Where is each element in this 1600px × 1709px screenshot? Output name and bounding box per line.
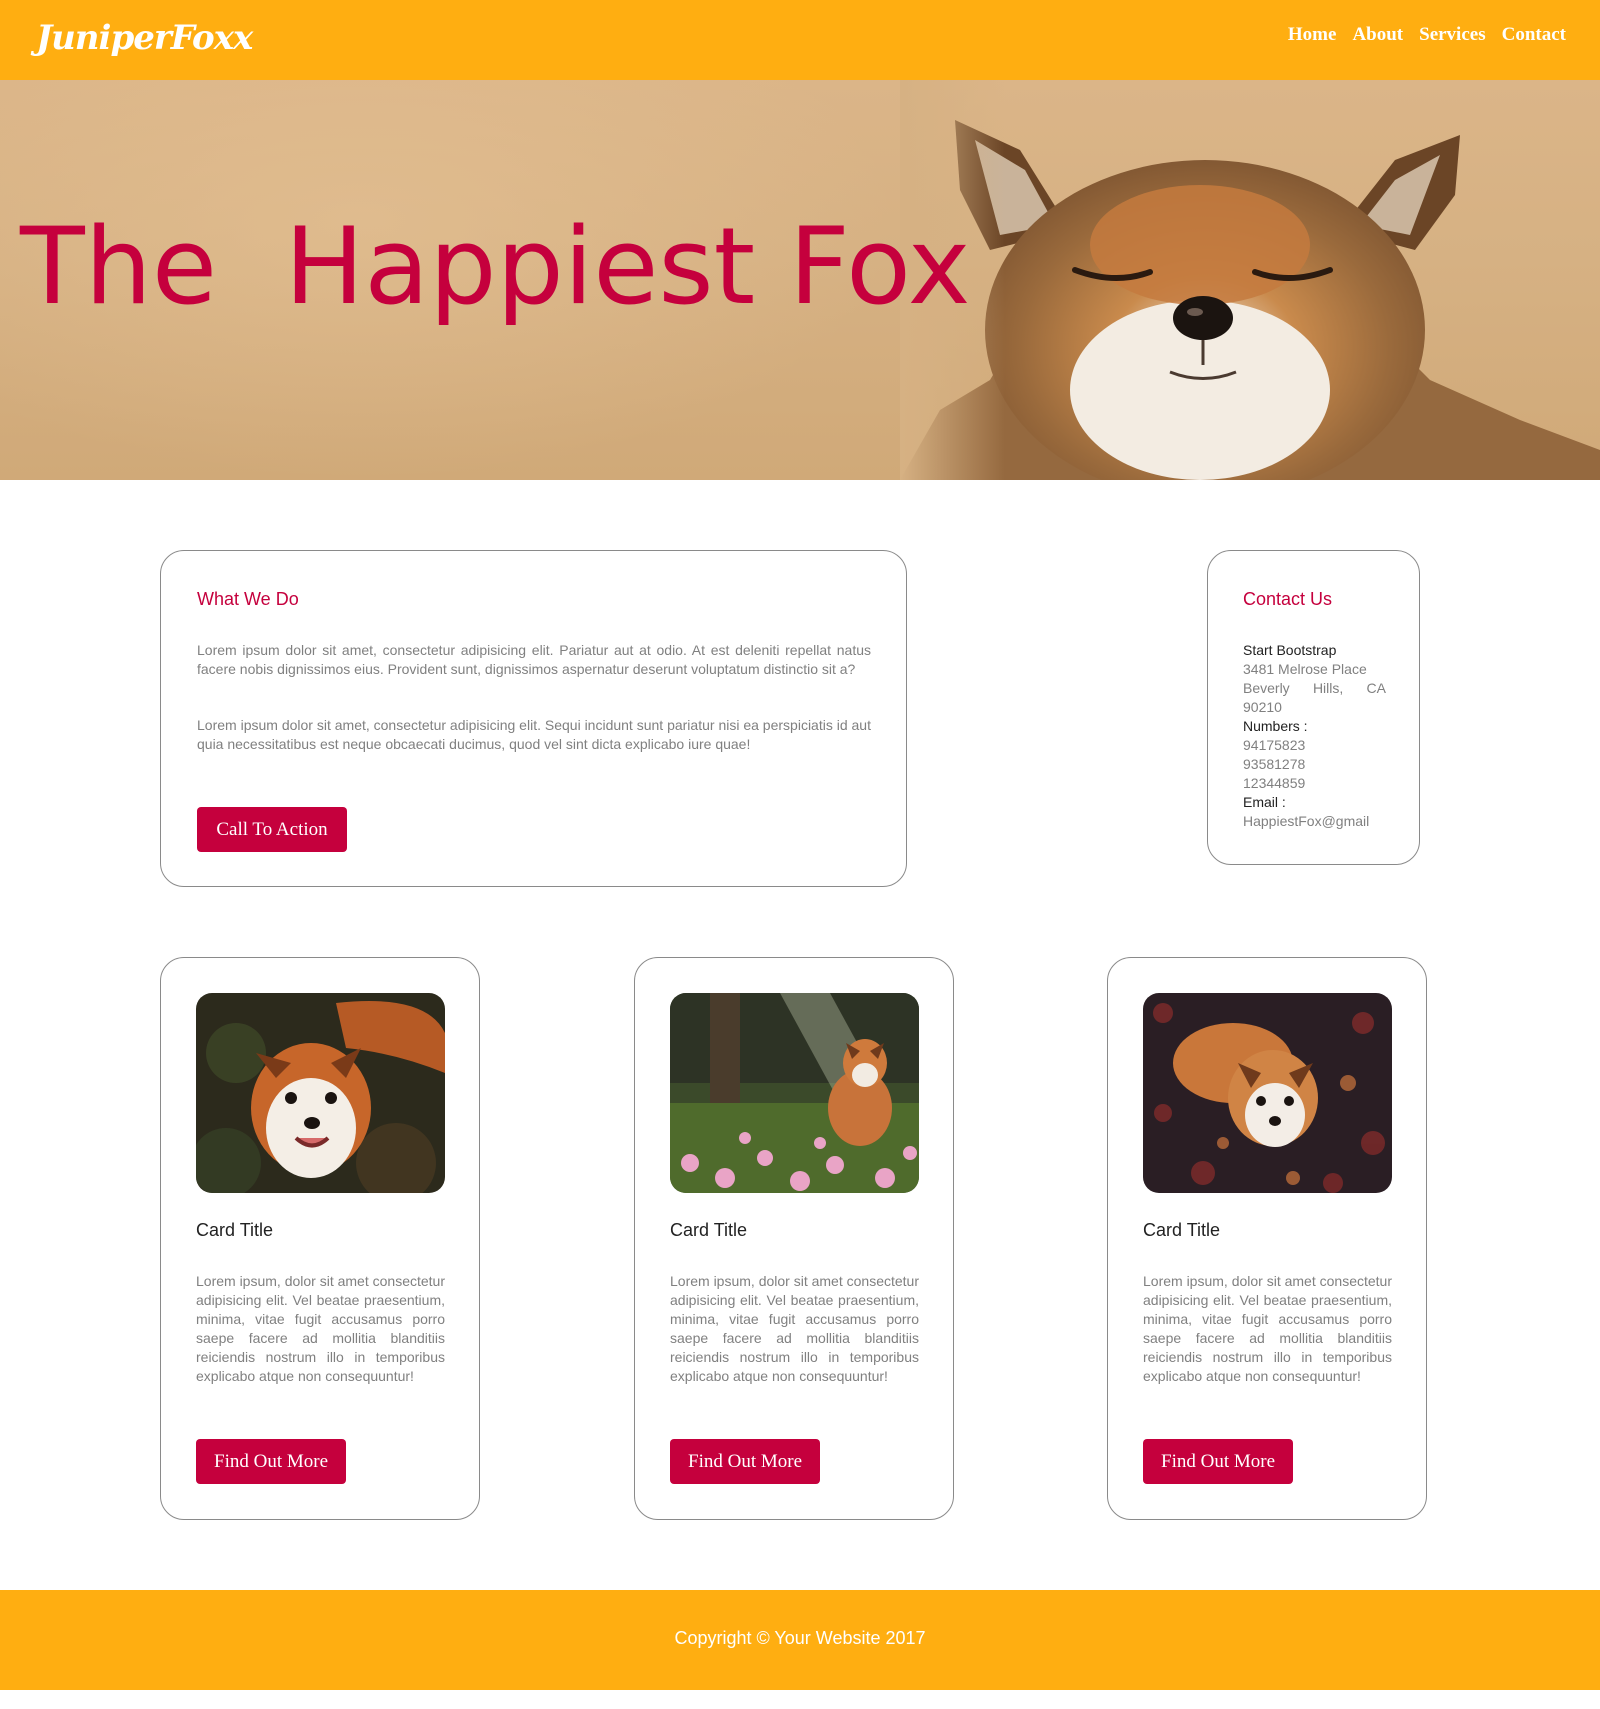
contact-numbers-label: Numbers : [1243, 718, 1308, 734]
feature-card-1: Card Title Lorem ipsum, dolor sit amet c… [160, 957, 480, 1520]
card-title: Card Title [1143, 1220, 1221, 1240]
contact-number: 93581278 [1243, 756, 1306, 772]
find-out-more-button[interactable]: Find Out More [670, 1439, 820, 1484]
contact-address-line-3: 90210 [1243, 699, 1282, 715]
card-title: Card Title [670, 1220, 748, 1240]
brand-logo[interactable]: JuniperFoxx [36, 18, 253, 58]
footer-copyright: Copyright © Your Website 2017 [674, 1628, 926, 1648]
fox-in-leaves-image [1143, 993, 1392, 1193]
fox-looking-up-image [196, 993, 445, 1193]
fox-looking-up-image [196, 993, 445, 1193]
contact-address-line-2: Beverly Hills, CA [1243, 680, 1386, 696]
contact-card: Contact Us Start Bootstrap 3481 Melrose … [1207, 550, 1420, 865]
find-out-more-button[interactable]: Find Out More [1143, 1439, 1293, 1484]
what-we-do-paragraph-2: Lorem ipsum dolor sit amet, consectetur … [197, 717, 871, 752]
navbar: JuniperFoxx Home About Services Contact [0, 0, 1600, 80]
feature-card-2: Card Title Lorem ipsum, dolor sit amet c… [634, 957, 954, 1520]
call-to-action-button[interactable]: Call To Action [197, 807, 347, 852]
card-title: Card Title [196, 1220, 274, 1240]
fox-in-leaves-image [1143, 993, 1392, 1193]
card-text: Lorem ipsum, dolor sit amet consectetur … [196, 1273, 445, 1384]
contact-number: 12344859 [1243, 775, 1306, 791]
nav-link-home[interactable]: Home [1288, 24, 1337, 46]
fox-in-flowers-image [670, 993, 919, 1193]
contact-heading: Contact Us [1243, 589, 1333, 609]
what-we-do-heading: What We Do [197, 589, 299, 609]
what-we-do-card: What We Do Lorem ipsum dolor sit amet, c… [160, 550, 907, 887]
smiling-fox-image [900, 80, 1600, 480]
card-text: Lorem ipsum, dolor sit amet consectetur … [1143, 1273, 1392, 1384]
footer: Copyright © Your Website 2017 [0, 1590, 1600, 1690]
contact-email-label: Email : [1243, 794, 1286, 810]
nav-link-services[interactable]: Services [1419, 24, 1485, 46]
contact-details: Start Bootstrap 3481 Melrose Place Bever… [1243, 641, 1386, 831]
nav-links: Home About Services Contact [1288, 24, 1566, 46]
contact-name: Start Bootstrap [1243, 642, 1337, 658]
nav-link-about[interactable]: About [1352, 24, 1403, 46]
feature-card-3: Card Title Lorem ipsum, dolor sit amet c… [1107, 957, 1427, 1520]
find-out-more-button[interactable]: Find Out More [196, 1439, 346, 1484]
what-we-do-paragraph-1: Lorem ipsum dolor sit amet, consectetur … [197, 642, 871, 677]
contact-address-line-1: 3481 Melrose Place [1243, 661, 1367, 677]
nav-link-contact[interactable]: Contact [1502, 24, 1566, 46]
card-text: Lorem ipsum, dolor sit amet consectetur … [670, 1273, 919, 1384]
hero-banner: The Happiest Fox [0, 80, 1600, 480]
fox-in-flowers-image [670, 993, 919, 1193]
contact-number: 94175823 [1243, 737, 1306, 753]
contact-email[interactable]: HappiestFox@gmail [1243, 812, 1386, 831]
hero-title: The Happiest Fox [20, 205, 971, 328]
